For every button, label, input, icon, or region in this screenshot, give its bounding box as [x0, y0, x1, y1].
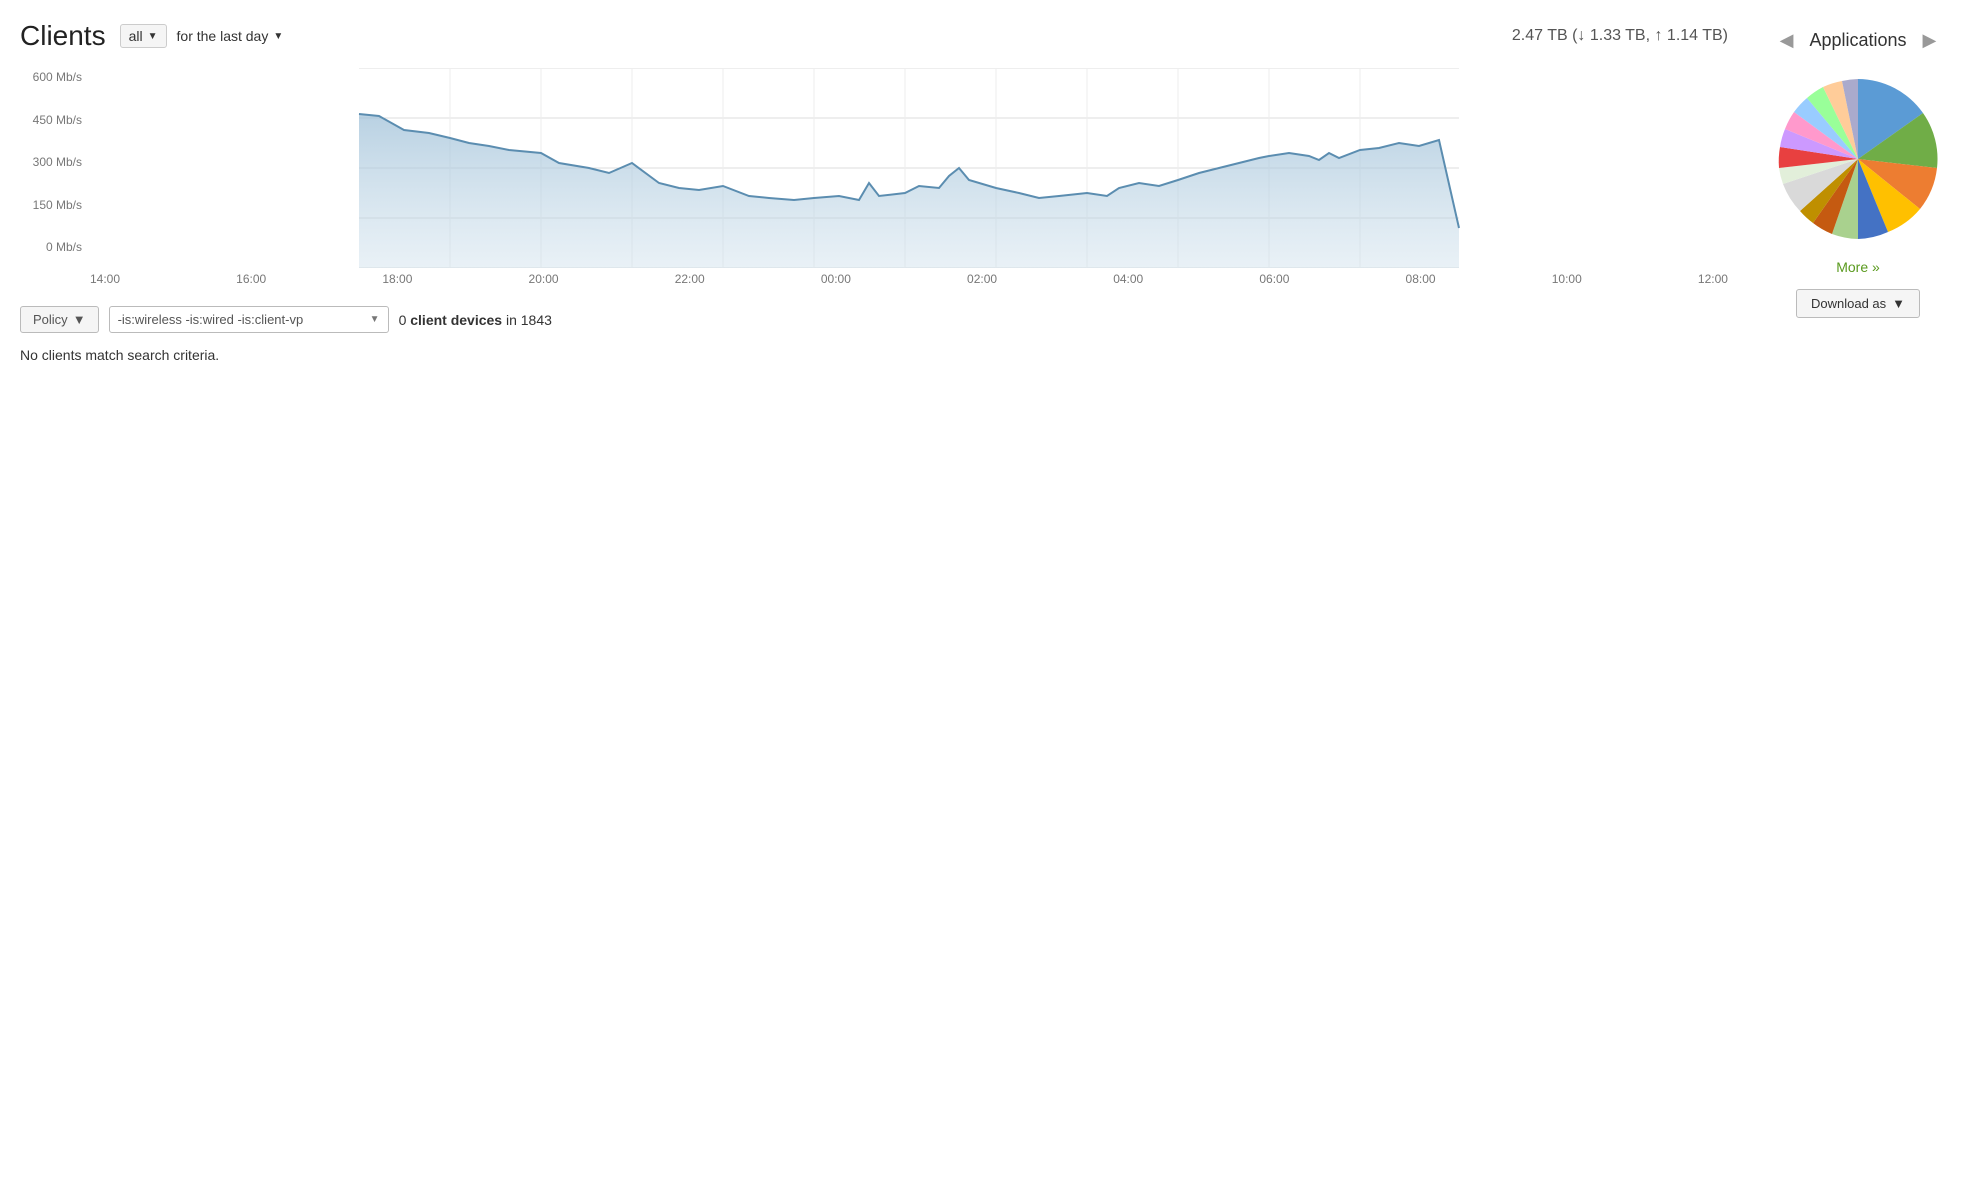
y-label-600: 600 Mb/s — [33, 70, 82, 84]
chart-y-axis: 600 Mb/s 450 Mb/s 300 Mb/s 150 Mb/s 0 Mb… — [20, 68, 90, 256]
all-filter-label: all — [129, 28, 143, 44]
x-label-08: 08:00 — [1406, 272, 1436, 286]
x-label-02: 02:00 — [967, 272, 997, 286]
chart-wrapper — [90, 68, 1728, 268]
download-as-button[interactable]: Download as ▼ — [1796, 289, 1920, 318]
y-label-150: 150 Mb/s — [33, 198, 82, 212]
search-filter-dropdown[interactable]: -is:wireless -is:wired -is:client-vp ▼ — [109, 306, 389, 333]
time-filter-label: for the last day — [177, 28, 269, 44]
no-results-message: No clients match search criteria. — [20, 347, 1728, 363]
pie-chart — [1768, 69, 1948, 249]
traffic-summary: 2.47 TB (↓ 1.33 TB, ↑ 1.14 TB) — [1512, 27, 1728, 45]
x-label-04: 04:00 — [1113, 272, 1143, 286]
x-label-10: 10:00 — [1552, 272, 1582, 286]
result-count-number: 0 — [399, 312, 407, 328]
y-label-450: 450 Mb/s — [33, 113, 82, 127]
policy-label: Policy — [33, 312, 68, 327]
policy-button[interactable]: Policy ▼ — [20, 306, 99, 333]
x-label-18: 18:00 — [382, 272, 412, 286]
page-title: Clients — [20, 20, 106, 52]
x-label-20: 20:00 — [529, 272, 559, 286]
download-label: Download as — [1811, 296, 1886, 311]
more-link[interactable]: More » — [1836, 259, 1880, 275]
y-label-300: 300 Mb/s — [33, 155, 82, 169]
right-panel: ◀ Applications ▶ — [1748, 20, 1968, 1180]
panel-nav-right-icon[interactable]: ▶ — [1917, 30, 1943, 51]
download-arrow-icon: ▼ — [1892, 296, 1905, 311]
panel-title: Applications — [1809, 30, 1906, 51]
all-filter-arrow-icon: ▼ — [148, 31, 158, 42]
search-filter-arrow-icon: ▼ — [370, 314, 380, 325]
all-filter-dropdown[interactable]: all ▼ — [120, 24, 167, 48]
x-label-00: 00:00 — [821, 272, 851, 286]
chart-container: 600 Mb/s 450 Mb/s 300 Mb/s 150 Mb/s 0 Mb… — [20, 68, 1728, 286]
y-label-0: 0 Mb/s — [46, 240, 82, 254]
time-filter-dropdown[interactable]: for the last day ▼ — [177, 28, 284, 44]
x-label-06: 06:00 — [1259, 272, 1289, 286]
result-count: 0 client devices in 1843 — [399, 312, 552, 328]
policy-arrow-icon: ▼ — [73, 312, 86, 327]
x-label-12: 12:00 — [1698, 272, 1728, 286]
controls-row: Policy ▼ -is:wireless -is:wired -is:clie… — [20, 306, 1728, 333]
search-filter-value: -is:wireless -is:wired -is:client-vp — [118, 312, 304, 327]
x-label-16: 16:00 — [236, 272, 266, 286]
left-panel: Clients all ▼ for the last day ▼ 2.47 TB… — [20, 20, 1748, 1180]
bandwidth-chart — [90, 68, 1728, 268]
result-count-label: client devices — [410, 312, 502, 328]
x-label-22: 22:00 — [675, 272, 705, 286]
panel-nav-left-icon[interactable]: ◀ — [1774, 30, 1800, 51]
main-container: Clients all ▼ for the last day ▼ 2.47 TB… — [0, 0, 1988, 1200]
applications-pie-chart — [1768, 69, 1948, 249]
panel-nav: ◀ Applications ▶ — [1748, 30, 1968, 51]
x-label-14: 14:00 — [90, 272, 120, 286]
header-row: Clients all ▼ for the last day ▼ 2.47 TB… — [20, 20, 1728, 52]
time-filter-arrow-icon: ▼ — [273, 31, 283, 42]
chart-x-axis: 14:00 16:00 18:00 20:00 22:00 00:00 02:0… — [90, 268, 1728, 286]
